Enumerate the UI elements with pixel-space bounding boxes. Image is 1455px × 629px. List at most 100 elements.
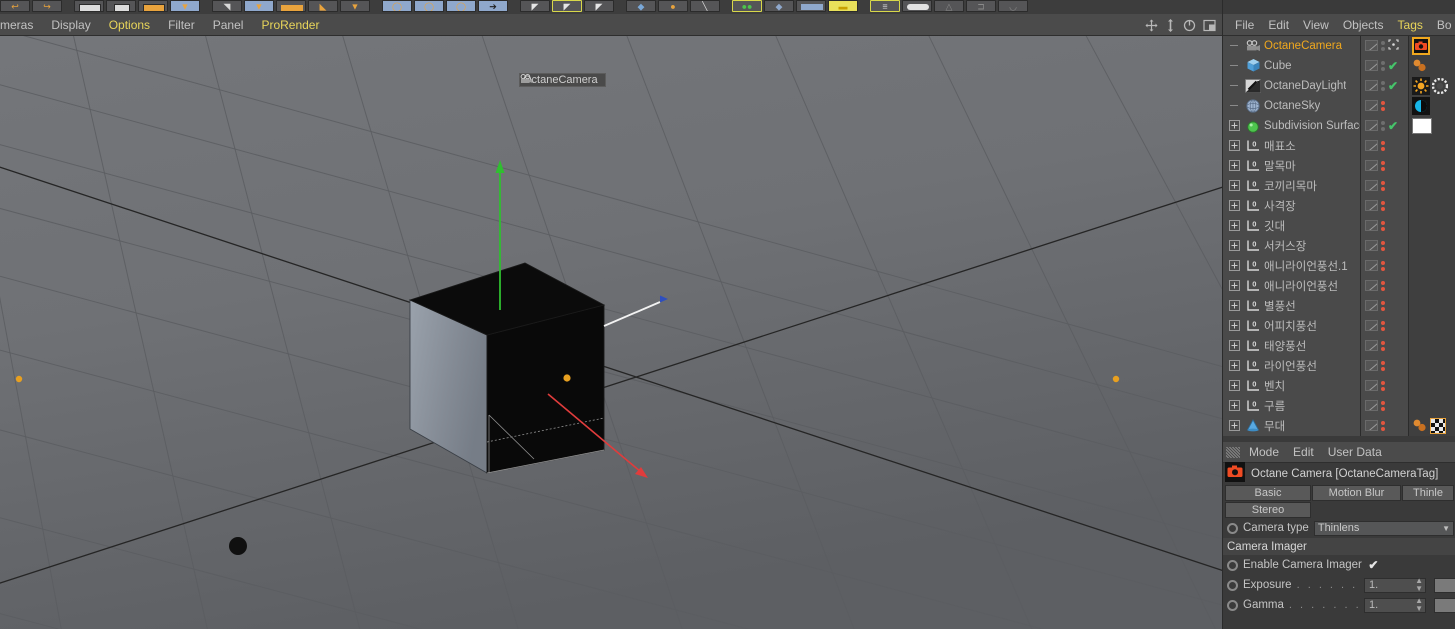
object-visibility-cell[interactable] — [1361, 395, 1409, 416]
undo-button[interactable]: ↩ — [0, 0, 30, 12]
rotate-view-icon[interactable] — [1183, 19, 1196, 32]
viewport-3d[interactable]: OctaneCamera — [0, 36, 1222, 629]
selection-frame-icon[interactable] — [1388, 37, 1399, 55]
object-row[interactable]: 무대 — [1223, 415, 1455, 436]
expand-plus-icon[interactable] — [1226, 136, 1242, 156]
object-visibility-cell[interactable]: ✔ — [1361, 75, 1409, 96]
visibility-render-dot[interactable] — [1381, 366, 1385, 371]
render-settings-button[interactable]: ➔ — [478, 0, 508, 12]
viewport-camera-label[interactable]: OctaneCamera — [519, 73, 606, 87]
object-row[interactable]: OctaneCamera — [1223, 36, 1455, 56]
octane-sky-tag-icon[interactable] — [1412, 96, 1430, 115]
object-tag-cell[interactable] — [1409, 235, 1455, 256]
object-name-cell[interactable]: Cube — [1223, 55, 1361, 76]
visibility-editor-dot[interactable] — [1381, 160, 1385, 165]
object-row[interactable]: 0 서커스장 — [1223, 235, 1455, 256]
expand-plus-icon[interactable] — [1226, 176, 1242, 196]
material-button[interactable]: ◆ — [764, 0, 794, 12]
checker-tag-icon[interactable] — [1430, 417, 1446, 434]
object-manager-list[interactable]: OctaneCamera Cube ✔ OctaneDayLight ✔ OctaneSk… — [1223, 36, 1455, 440]
layer-swatch-icon[interactable] — [1365, 180, 1378, 191]
object-visibility-cell[interactable] — [1361, 295, 1409, 316]
expand-plus-icon[interactable] — [1226, 256, 1242, 276]
layer-swatch-icon[interactable] — [1365, 100, 1378, 111]
enabled-check-icon[interactable]: ✔ — [1388, 60, 1398, 72]
layer-swatch-icon[interactable] — [1365, 360, 1378, 371]
expand-plus-icon[interactable] — [1226, 276, 1242, 296]
visibility-dots[interactable] — [1381, 120, 1385, 131]
visibility-editor-dot[interactable] — [1381, 360, 1385, 365]
om-menu-file[interactable]: File — [1228, 18, 1261, 32]
visibility-editor-dot[interactable] — [1381, 280, 1385, 285]
layer-swatch-icon[interactable] — [1365, 120, 1378, 131]
object-name-cell[interactable]: 0 별풍선 — [1223, 295, 1361, 316]
expand-plus-icon[interactable] — [1226, 216, 1242, 236]
visibility-render-dot[interactable] — [1381, 126, 1385, 131]
visibility-editor-dot[interactable] — [1381, 60, 1385, 65]
object-row[interactable]: 0 애니라이언풍선 — [1223, 275, 1455, 296]
am-menu-user-data[interactable]: User Data — [1321, 445, 1389, 459]
white-tag-icon[interactable] — [1412, 117, 1432, 134]
tab-motion-blur[interactable]: Motion Blur — [1312, 485, 1401, 501]
enable-camera-imager-bullet-icon[interactable] — [1227, 559, 1238, 571]
render-region-button[interactable]: ◯ — [414, 0, 444, 12]
layer-swatch-icon[interactable] — [1365, 60, 1378, 71]
object-row[interactable]: 0 구름 — [1223, 395, 1455, 416]
object-name-cell[interactable]: OctaneSky — [1223, 95, 1361, 116]
object-row[interactable]: 0 라이언풍선 — [1223, 355, 1455, 376]
visibility-dots[interactable] — [1381, 60, 1385, 71]
layer-swatch-icon[interactable] — [1365, 40, 1378, 51]
object-row[interactable]: 0 별풍선 — [1223, 295, 1455, 316]
visibility-render-dot[interactable] — [1381, 186, 1385, 191]
object-name-cell[interactable]: 0 애니라이언풍선 — [1223, 275, 1361, 296]
expand-plus-icon[interactable] — [1226, 416, 1242, 436]
am-menu-edit[interactable]: Edit — [1286, 445, 1321, 459]
spline-pen-button[interactable]: ◤ — [552, 0, 582, 12]
layer-swatch-icon[interactable] — [1365, 280, 1378, 291]
om-menu-tags[interactable]: Tags — [1391, 18, 1430, 32]
visibility-editor-dot[interactable] — [1381, 220, 1385, 225]
light-button[interactable]: ●● — [732, 0, 762, 12]
object-name-cell[interactable]: 0 말목마 — [1223, 155, 1361, 176]
exposure-input[interactable]: 1. ▲ ▼ — [1364, 577, 1426, 593]
object-visibility-cell[interactable] — [1361, 375, 1409, 396]
visibility-editor-dot[interactable] — [1381, 80, 1385, 85]
visibility-editor-dot[interactable] — [1381, 200, 1385, 205]
layer-swatch-icon[interactable] — [1365, 200, 1378, 211]
object-visibility-cell[interactable] — [1361, 195, 1409, 216]
dolly-view-icon[interactable] — [1165, 18, 1176, 32]
gamma-color-swatch[interactable] — [1434, 597, 1455, 613]
object-name-cell[interactable]: OctaneCamera — [1223, 36, 1361, 56]
coordinate-lock-y-button[interactable]: ◣ — [308, 0, 338, 12]
visibility-editor-dot[interactable] — [1381, 180, 1385, 185]
visibility-dots[interactable] — [1381, 400, 1385, 411]
visibility-render-dot[interactable] — [1381, 346, 1385, 351]
hair-button[interactable]: △ — [934, 0, 964, 12]
object-visibility-cell[interactable] — [1361, 255, 1409, 276]
gamma-stepper-icon[interactable]: ▲ ▼ — [1415, 597, 1423, 613]
visibility-editor-dot[interactable] — [1381, 100, 1385, 105]
object-row[interactable]: 0 태양풍선 — [1223, 335, 1455, 356]
render-queue-button[interactable]: ◯ — [446, 0, 476, 12]
object-tag-cell[interactable] — [1409, 275, 1455, 296]
am-menu-mode[interactable]: Mode — [1242, 445, 1286, 459]
visibility-render-dot[interactable] — [1381, 166, 1385, 171]
box-selection-button[interactable] — [106, 0, 136, 12]
layer-swatch-icon[interactable] — [1365, 140, 1378, 151]
object-row[interactable]: Subdivision Surface ✔ — [1223, 115, 1455, 136]
enable-camera-imager-checkbox[interactable]: ✔ — [1367, 558, 1380, 572]
layer-swatch-icon[interactable] — [1365, 80, 1378, 91]
coordinate-lock-z-button[interactable]: ▼ — [340, 0, 370, 12]
panel-grip-icon[interactable] — [1226, 446, 1240, 458]
visibility-render-dot[interactable] — [1381, 406, 1385, 411]
visibility-dots[interactable] — [1381, 260, 1385, 271]
layer-swatch-icon[interactable] — [1365, 220, 1378, 231]
object-tag-cell[interactable] — [1409, 55, 1455, 76]
material-tag-icon[interactable] — [1412, 58, 1428, 74]
live-selection-button[interactable] — [74, 0, 104, 12]
visibility-render-dot[interactable] — [1381, 286, 1385, 291]
visibility-dots[interactable] — [1381, 220, 1385, 231]
object-visibility-cell[interactable] — [1361, 135, 1409, 156]
object-tag-cell[interactable] — [1409, 415, 1455, 436]
generator-button[interactable]: ◤ — [584, 0, 614, 12]
